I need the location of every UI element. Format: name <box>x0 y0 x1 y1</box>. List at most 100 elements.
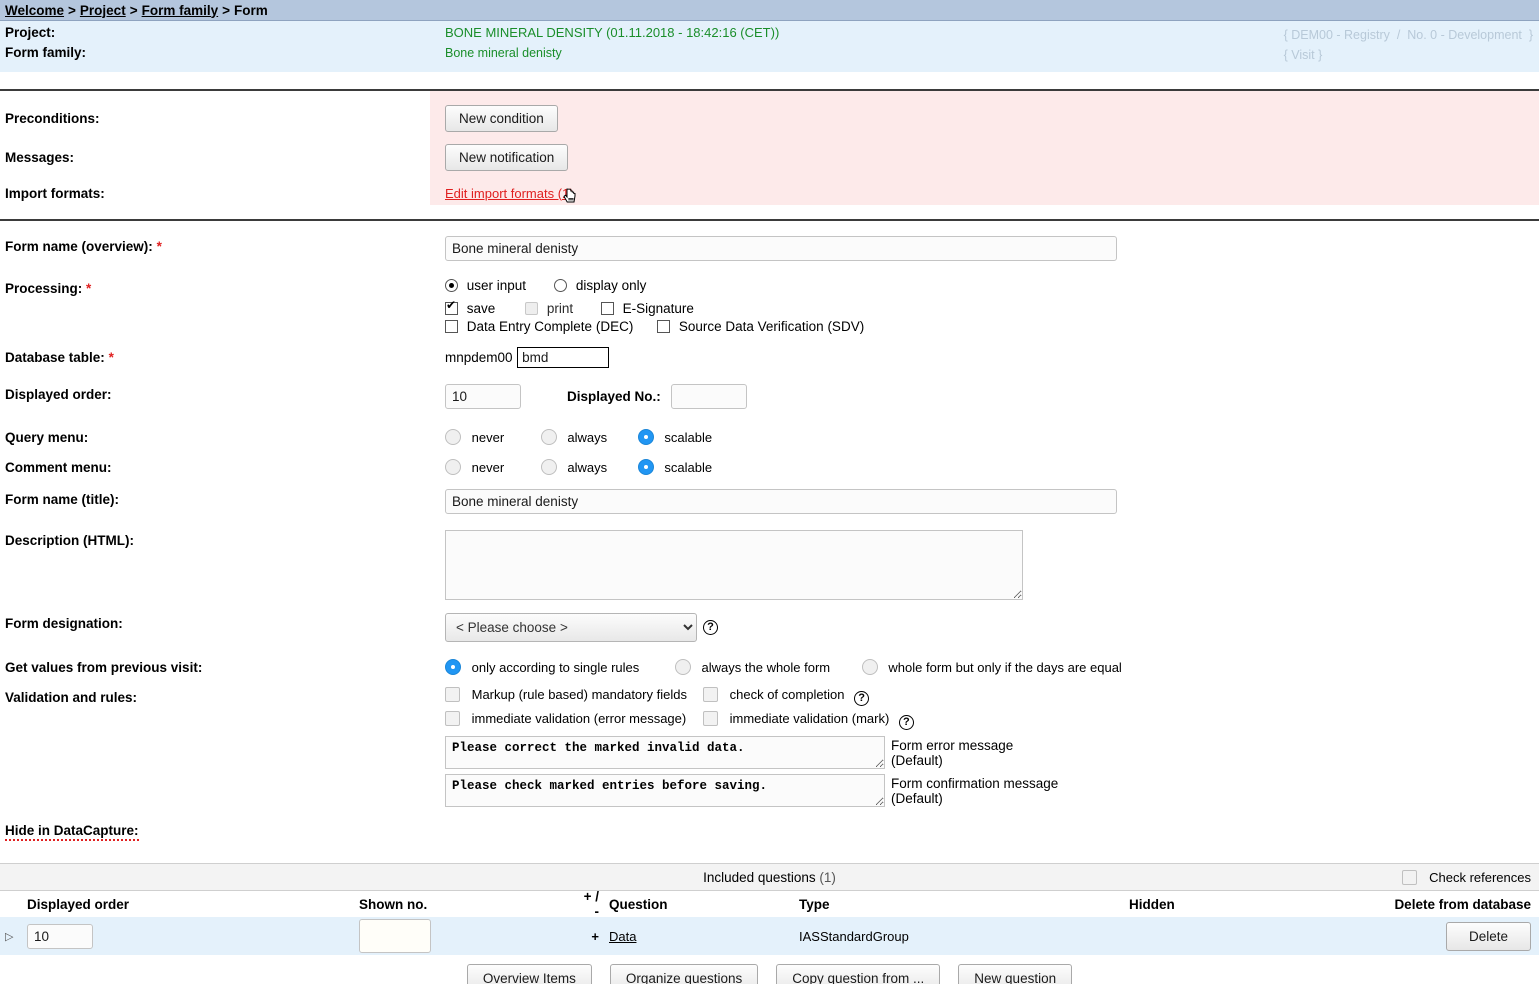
checkbox-dec-label: Data Entry Complete (DEC) <box>466 319 634 334</box>
form-designation-select[interactable]: < Please choose > <box>445 613 697 642</box>
processing-checkbox-row-1: save print E-Signature <box>445 299 1539 316</box>
row-expand-plus-icon[interactable]: + <box>581 929 609 944</box>
column-delete-from-database: Delete from database <box>1394 896 1531 912</box>
database-table-input[interactable] <box>517 347 610 368</box>
form-name-overview-row: Form name (overview): * <box>5 236 1539 261</box>
checkbox-check-completion-indicator[interactable] <box>703 687 718 702</box>
form-error-message-textarea[interactable]: Please correct the marked invalid data. <box>445 736 885 769</box>
query-menu-option-never[interactable]: never <box>445 429 508 445</box>
radio-single-rules-indicator[interactable] <box>445 659 461 675</box>
question-mark-icon[interactable]: ? <box>703 620 718 635</box>
radio-query-never-label: never <box>471 430 505 445</box>
form-name-overview-input[interactable] <box>445 236 1117 261</box>
questions-action-buttons: Overview Items Organize questions Copy q… <box>0 955 1539 984</box>
row-type-value: IASStandardGroup <box>799 928 909 944</box>
checkbox-immediate-mark-label: immediate validation (mark) <box>729 711 890 726</box>
radio-whole-form-indicator[interactable] <box>674 659 691 675</box>
checkbox-check-of-completion[interactable]: check of completion ? <box>703 687 870 706</box>
displayed-no-input[interactable] <box>670 384 747 409</box>
radio-comment-never-label: never <box>471 460 505 475</box>
checkbox-markup-mandatory-label: Markup (rule based) mandatory fields <box>471 687 687 702</box>
row-expander-icon[interactable]: ▷ <box>5 930 27 943</box>
radio-user-input-indicator[interactable] <box>445 279 458 292</box>
checkbox-check-references-indicator[interactable] <box>1402 870 1418 885</box>
row-displayed-order-input[interactable] <box>27 923 93 949</box>
project-label: Project: <box>5 25 56 40</box>
row-question-link[interactable]: Data <box>609 929 636 944</box>
comment-menu-option-never[interactable]: never <box>445 459 508 475</box>
checkbox-save-indicator[interactable] <box>445 299 458 315</box>
new-question-button[interactable]: New question <box>958 964 1073 984</box>
checkbox-sdv[interactable]: Source Data Verification (SDV) <box>657 319 864 334</box>
query-menu-row: Query menu: never always scalable <box>5 427 1539 445</box>
radio-query-never-indicator[interactable] <box>445 429 461 445</box>
breadcrumb-separator: > <box>68 2 76 18</box>
visit-context: { Visit } <box>1283 48 1323 62</box>
question-mark-icon[interactable]: ? <box>898 715 914 730</box>
query-menu-option-always[interactable]: always <box>540 429 611 445</box>
checkbox-dec[interactable]: Data Entry Complete (DEC) <box>445 319 637 334</box>
checkbox-immediate-validation-error[interactable]: immediate validation (error message) <box>445 711 703 730</box>
row-shown-no-input[interactable] <box>359 919 431 953</box>
copy-question-from-button[interactable]: Copy question from ... <box>776 964 941 984</box>
organize-questions-button[interactable]: Organize questions <box>609 964 759 984</box>
column-type: Type <box>799 896 830 912</box>
column-shown-no: Shown no. <box>359 896 428 912</box>
checkbox-markup-mandatory-indicator[interactable] <box>445 687 460 702</box>
checkbox-immediate-mark-indicator[interactable] <box>703 711 718 726</box>
import-formats-row: Import formats: Edit import formats (1) <box>0 177 1539 209</box>
description-html-textarea[interactable] <box>445 530 1023 600</box>
question-mark-icon[interactable]: ? <box>854 691 870 706</box>
checkbox-e-signature[interactable]: E-Signature <box>600 301 694 316</box>
query-menu-option-scalable[interactable]: scalable <box>637 429 712 445</box>
radio-comment-never-indicator[interactable] <box>445 459 461 475</box>
column-displayed-order: Displayed order <box>27 896 130 912</box>
radio-comment-scalable-indicator[interactable] <box>637 459 654 475</box>
previous-visit-option-whole-form[interactable]: always the whole form <box>674 659 834 675</box>
processing-radio-user-input[interactable]: user input <box>445 278 526 293</box>
checkbox-e-signature-indicator[interactable] <box>600 302 614 315</box>
breadcrumb-item-welcome[interactable]: Welcome <box>5 3 64 18</box>
form-confirmation-message-row: Please check marked entries before savin… <box>445 774 1539 807</box>
form-family-value: Bone mineral denisty <box>445 46 562 60</box>
questions-table-column-headers: Displayed order Shown no. + / - Question… <box>0 889 1539 919</box>
checkbox-print-indicator <box>525 302 539 315</box>
import-formats-label: Import formats: <box>5 185 105 201</box>
previous-visit-option-whole-form-equal-days[interactable]: whole form but only if the days are equa… <box>861 659 1122 675</box>
checkbox-dec-indicator[interactable] <box>445 320 458 333</box>
query-menu-label: Query menu: <box>5 430 89 445</box>
row-delete-button[interactable]: Delete <box>1445 921 1531 951</box>
form-name-title-row: Form name (title): <box>5 489 1539 514</box>
form-confirmation-message-textarea[interactable]: Please check marked entries before savin… <box>445 774 885 807</box>
radio-query-always-indicator[interactable] <box>540 429 557 445</box>
overview-items-button[interactable]: Overview Items <box>466 964 592 984</box>
checkbox-immediate-validation-mark[interactable]: immediate validation (mark) ? <box>703 711 914 730</box>
radio-comment-always-indicator[interactable] <box>540 459 557 475</box>
new-condition-button[interactable]: New condition <box>445 105 558 132</box>
radio-whole-form-equal-days-indicator[interactable] <box>861 659 878 675</box>
radio-display-only-indicator[interactable] <box>554 279 568 292</box>
check-references-toggle[interactable]: Check references <box>1402 864 1531 892</box>
breadcrumb-item-form-family[interactable]: Form family <box>142 3 219 18</box>
new-notification-button[interactable]: New notification <box>445 144 569 171</box>
form-name-title-input[interactable] <box>445 489 1117 514</box>
label-text: Processing: <box>5 281 83 296</box>
hide-in-datacapture-label[interactable]: Hide in DataCapture: <box>5 823 139 841</box>
checkbox-markup-mandatory-fields[interactable]: Markup (rule based) mandatory fields <box>445 687 703 706</box>
description-html-label: Description (HTML): <box>5 533 134 548</box>
comment-menu-row: Comment menu: never always scalable <box>5 457 1539 475</box>
checkbox-immediate-error-indicator[interactable] <box>445 711 460 726</box>
comment-menu-option-scalable[interactable]: scalable <box>637 459 712 475</box>
checkbox-save[interactable]: save <box>445 299 499 316</box>
table-row: ▷ + Data IASStandardGroup Delete <box>0 917 1539 955</box>
displayed-order-input[interactable] <box>445 384 521 409</box>
edit-import-formats-link[interactable]: Edit import formats (1) <box>445 186 574 201</box>
comment-menu-option-always[interactable]: always <box>540 459 611 475</box>
radio-query-scalable-indicator[interactable] <box>637 429 654 445</box>
hide-in-datacapture-row: Hide in DataCapture: <box>5 820 1539 841</box>
processing-radio-display-only[interactable]: display only <box>554 278 646 293</box>
breadcrumb-item-project[interactable]: Project <box>80 3 126 18</box>
previous-visit-option-single-rules[interactable]: only according to single rules <box>445 659 643 675</box>
checkbox-sdv-indicator[interactable] <box>657 320 671 333</box>
radio-single-rules-label: only according to single rules <box>471 660 640 675</box>
